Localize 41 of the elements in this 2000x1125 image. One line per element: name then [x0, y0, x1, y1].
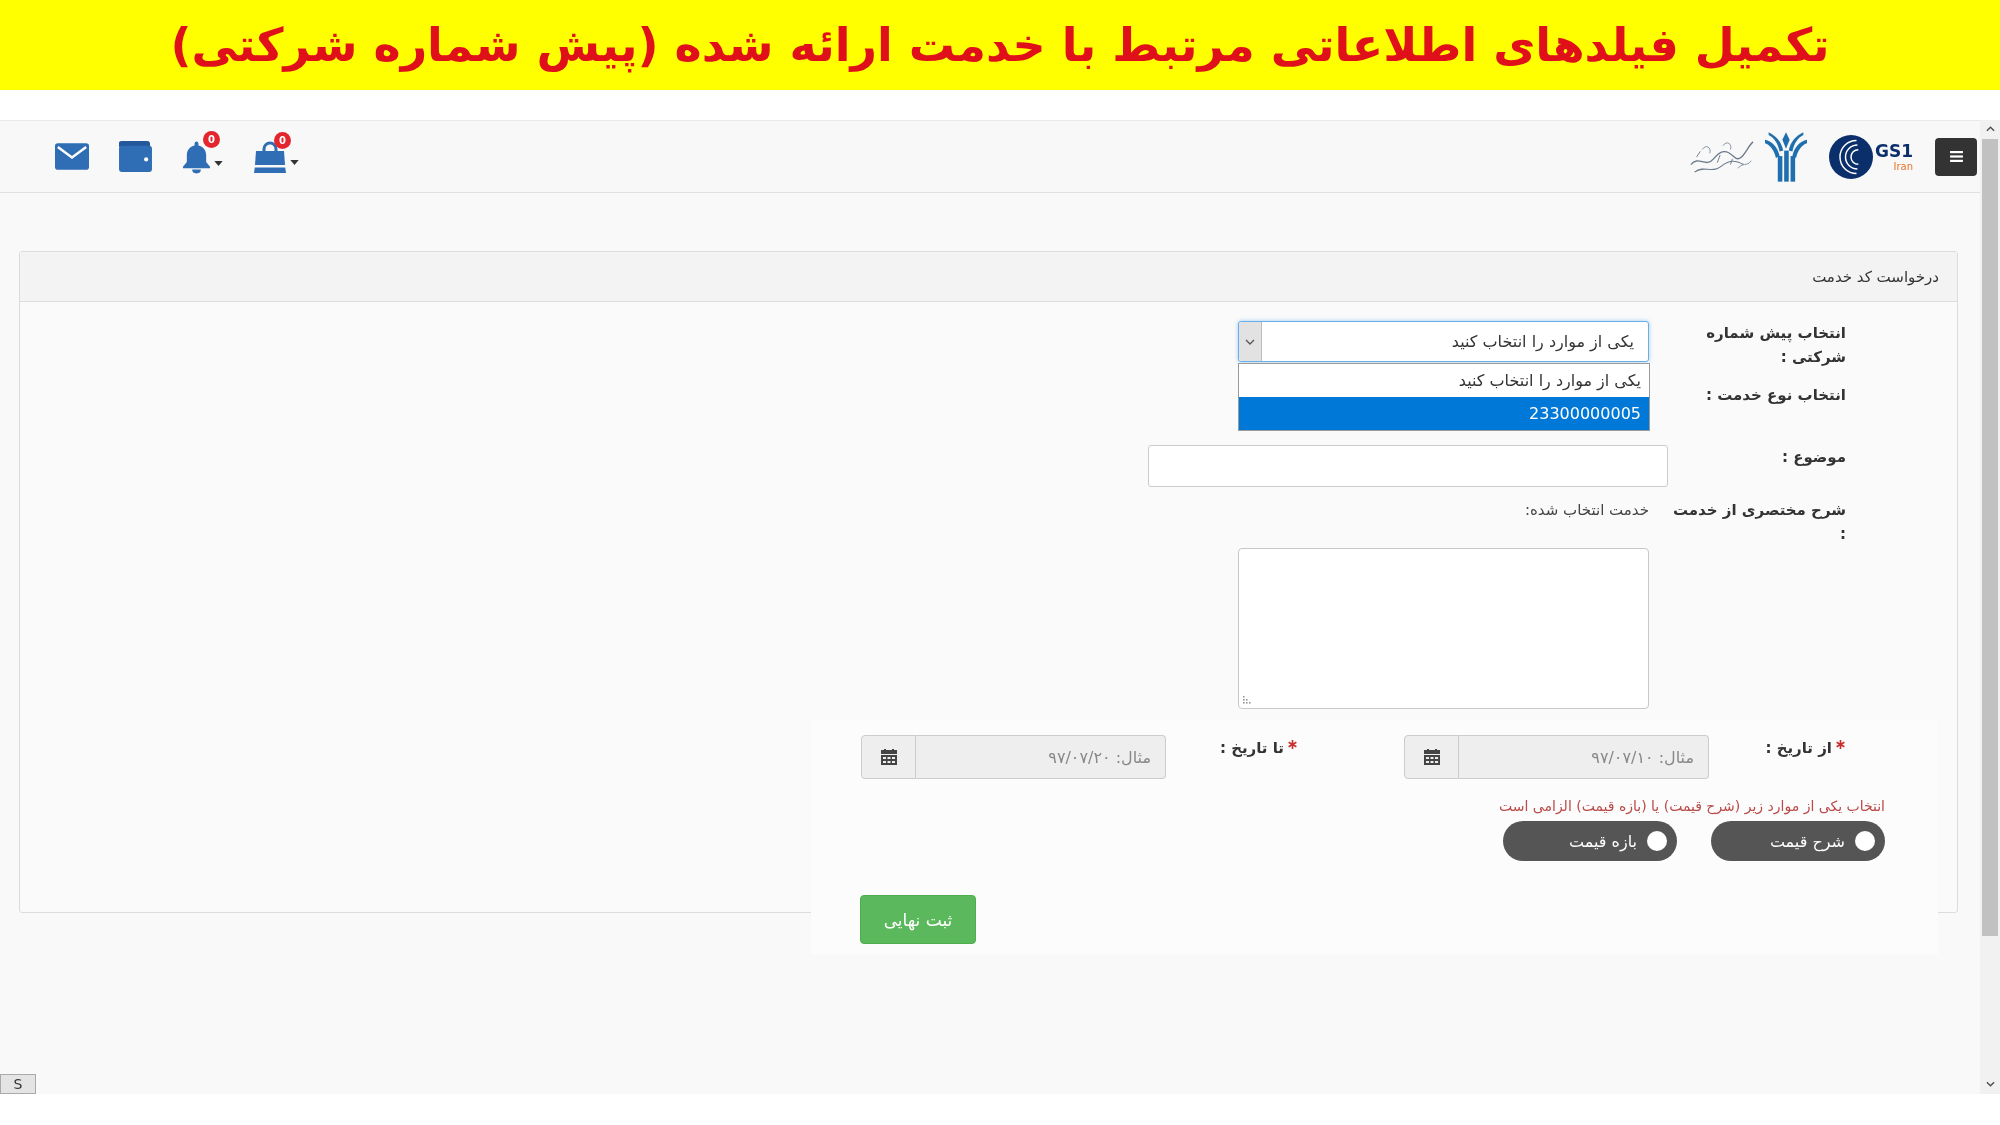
field-label: شرح مختصری از خدمت : — [1671, 500, 1846, 545]
notification-badge: 0 — [203, 130, 220, 148]
rings-logo-icon — [1828, 134, 1873, 179]
field-label: تا تاریخ : — [1219, 738, 1284, 759]
banner-title: تکمیل فیلدهای اطلاعاتی مرتبط با خدمت ارائه شده (پیش شماره شرکتی) — [170, 17, 1830, 75]
envelope-icon[interactable] — [55, 143, 89, 170]
field-label: موضوع : — [1780, 447, 1846, 468]
menu-button[interactable] — [1935, 137, 1977, 176]
scrollbar-thumb[interactable] — [1982, 139, 1998, 936]
panel-title: درخواست کد خدمت — [1812, 267, 1939, 286]
validation-message: انتخاب یکی از موارد زیر (شرح قیمت) یا (بازه قیمت) الزامی است — [1498, 797, 1885, 816]
calendar-button[interactable] — [861, 735, 916, 779]
logo-text: GS1 — [1874, 140, 1913, 161]
input-field[interactable] — [1148, 445, 1668, 487]
resize-grip-icon[interactable] — [1243, 696, 1251, 704]
emblem-icon — [1764, 131, 1807, 182]
field-label: انتخاب پیش شماره شرکتی : — [1705, 323, 1846, 368]
dropdown-option[interactable]: یکی از موارد را انتخاب کنید — [1239, 364, 1649, 397]
caret-icon[interactable] — [214, 160, 223, 166]
dropdown-option[interactable]: 23300000005 — [1239, 397, 1649, 430]
field-label: انتخاب نوع خدمت : — [1705, 385, 1846, 406]
radio-option[interactable]: شرح قیمت — [1711, 821, 1885, 861]
menu-icon — [1949, 151, 1963, 162]
date-field[interactable]: مثال: ۹۷/۰۷/۱۰ — [1459, 735, 1709, 779]
wallet-icon[interactable] — [119, 141, 152, 172]
calendar-icon — [880, 749, 897, 765]
select-field[interactable]: یکی از موارد را انتخاب کنید — [1238, 321, 1649, 362]
selected-service-text: خدمت انتخاب شده: — [1523, 500, 1649, 521]
chevron-down-icon — [1245, 338, 1255, 345]
calendar-button[interactable] — [1404, 735, 1459, 779]
textarea-field[interactable] — [1238, 548, 1649, 709]
calendar-icon — [1423, 749, 1440, 765]
field-label: از تاریخ : — [1765, 738, 1832, 759]
notification-badge: 0 — [274, 131, 291, 149]
radio-option[interactable]: بازه قیمت — [1503, 821, 1677, 861]
date-field[interactable]: مثال: ۹۷/۰۷/۲۰ — [916, 735, 1166, 779]
logo-subtext: Iran — [1893, 160, 1913, 173]
chevron-down-icon[interactable] — [1985, 1081, 1995, 1087]
corner-button[interactable]: S — [0, 1074, 36, 1094]
chevron-up-icon[interactable] — [1985, 126, 1995, 132]
caret-icon[interactable] — [290, 159, 299, 165]
